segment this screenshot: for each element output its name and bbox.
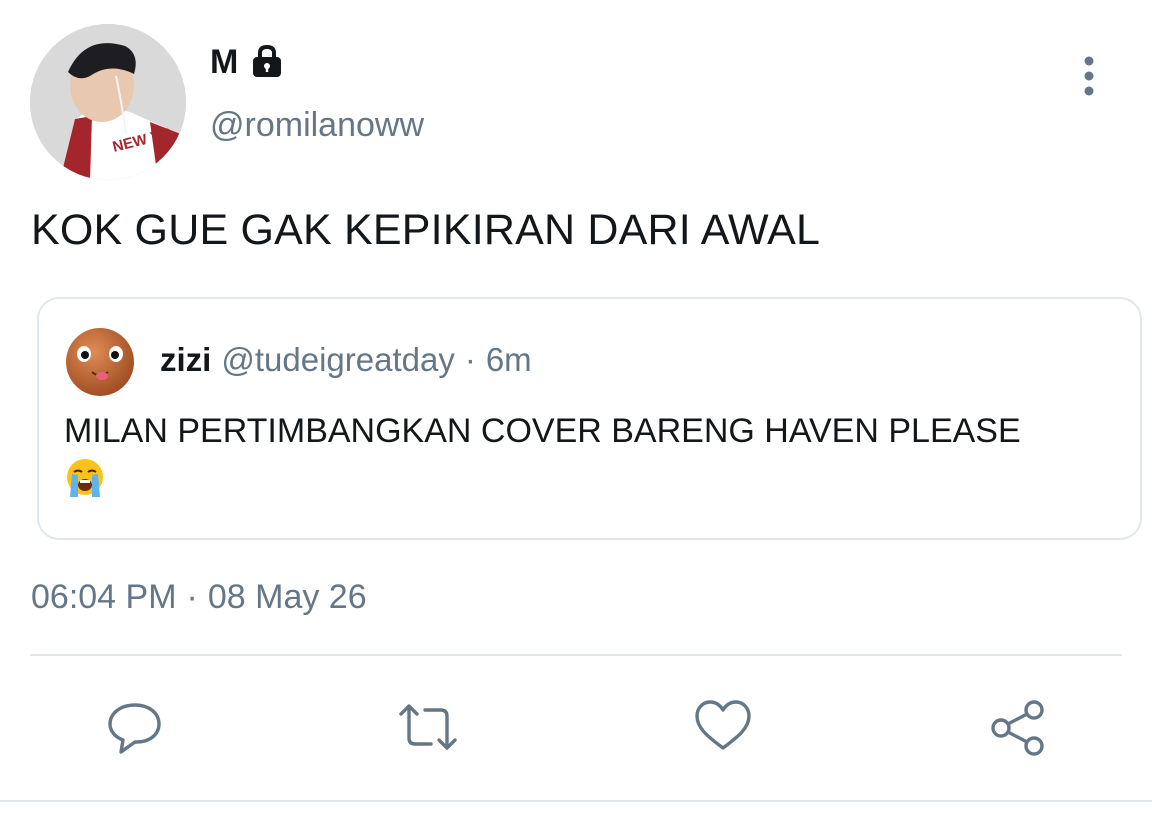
quoted-tweet-header: zizi @tudeigreatday · 6m xyxy=(160,341,532,379)
lock-icon xyxy=(253,44,282,77)
avatar-photo: NEW YO xyxy=(30,24,186,180)
quoted-tweet-card[interactable]: zizi @tudeigreatday · 6m MILAN PERTIMBAN… xyxy=(37,297,1142,540)
loudly-crying-face-emoji xyxy=(67,459,103,497)
tweet-time: 06:04 PM xyxy=(31,578,177,616)
tweet-timestamp[interactable]: 06:04 PM · 08 May 26 xyxy=(31,578,367,617)
more-options-icon[interactable] xyxy=(1072,54,1106,98)
retweet-button[interactable] xyxy=(397,696,459,758)
tweet-date: 08 May 26 xyxy=(207,578,367,616)
quoted-author-handle[interactable]: @tudeigreatday xyxy=(221,341,454,379)
author-handle[interactable]: @romilanoww xyxy=(210,106,424,145)
share-button[interactable] xyxy=(988,696,1050,758)
like-icon xyxy=(695,700,751,750)
retweet-icon xyxy=(399,704,457,750)
divider xyxy=(30,654,1122,656)
reply-button[interactable] xyxy=(104,696,166,758)
quoted-avatar-image xyxy=(64,324,136,396)
author-display-name[interactable]: M xyxy=(210,43,238,82)
author-name-row: M xyxy=(210,40,286,84)
quoted-tweet-time: 6m xyxy=(485,341,532,378)
quoted-separator: · xyxy=(464,341,476,378)
quoted-tweet-text: MILAN PERTIMBANGKAN COVER BARENG HAVEN P… xyxy=(64,412,1021,450)
quoted-author-avatar[interactable] xyxy=(64,324,136,396)
reply-icon xyxy=(108,703,161,754)
tweet-text: KOK GUE GAK KEPIKIRAN DARI AWAL xyxy=(31,206,821,254)
share-icon xyxy=(991,700,1044,756)
bottom-divider xyxy=(0,800,1152,802)
quoted-author-name[interactable]: zizi xyxy=(160,341,211,379)
like-button[interactable] xyxy=(692,696,754,758)
author-avatar[interactable]: NEW YO xyxy=(30,24,186,180)
timestamp-separator: · xyxy=(186,578,198,616)
